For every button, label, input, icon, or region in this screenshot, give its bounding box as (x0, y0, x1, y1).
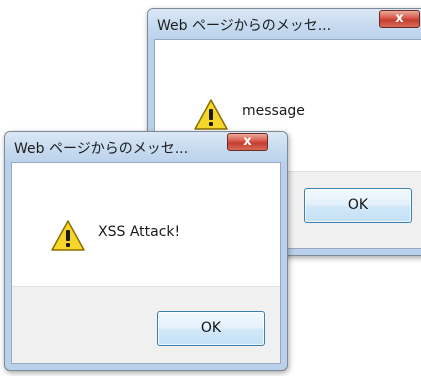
dialog-titlebar[interactable]: Web ページからのメッセ... x (5, 132, 287, 162)
dialog-body: XSS Attack! OK (11, 162, 281, 364)
dialog-title: Web ページからのメッセ... (157, 18, 332, 34)
close-icon: x (243, 134, 252, 149)
dialog-titlebar[interactable]: Web ページからのメッセ... x (148, 9, 421, 39)
dialog-message: message (242, 103, 305, 119)
warning-icon (51, 220, 85, 251)
close-icon: x (395, 11, 404, 26)
dialog-message: XSS Attack! (98, 224, 181, 240)
ok-button[interactable]: OK (157, 311, 265, 346)
message-dialog-front: Web ページからのメッセ... x XSS Attack! OK (4, 131, 288, 371)
close-button[interactable]: x (379, 10, 420, 28)
ok-button[interactable]: OK (304, 188, 412, 223)
close-button[interactable]: x (227, 133, 268, 151)
dialog-title: Web ページからのメッセ... (14, 141, 189, 157)
warning-icon (194, 99, 228, 130)
